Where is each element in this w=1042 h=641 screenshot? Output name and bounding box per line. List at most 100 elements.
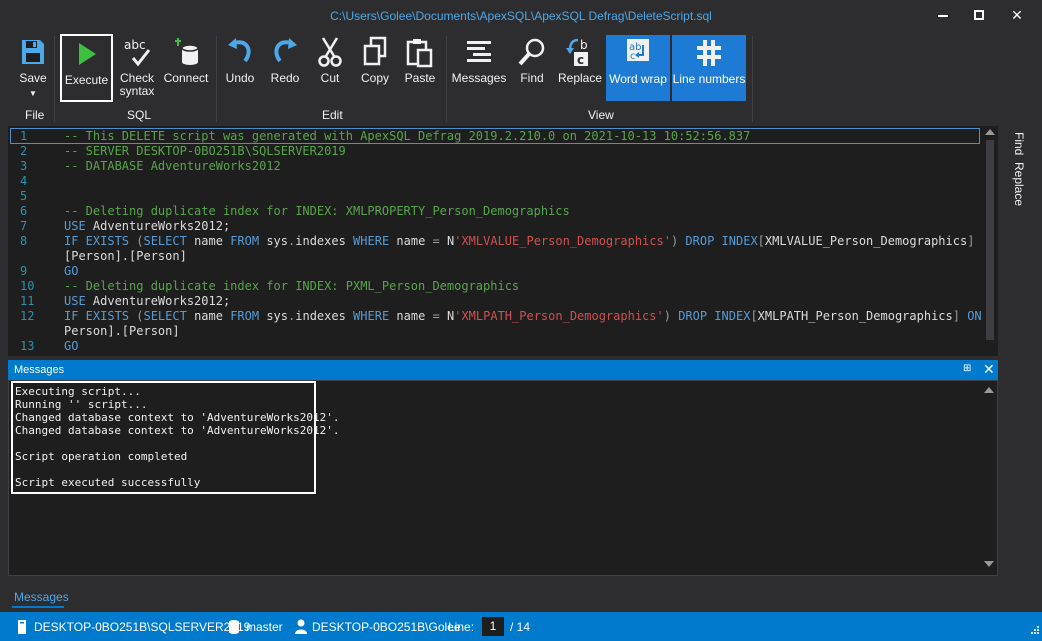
- word-wrap-icon: ab c: [621, 35, 655, 71]
- play-icon: [70, 36, 104, 72]
- side-panel: Find Replace: [1000, 124, 1042, 584]
- line-number: 5: [20, 189, 28, 203]
- scissors-icon: [313, 34, 347, 70]
- copy-icon: [358, 34, 392, 70]
- close-window-button[interactable]: ✕: [1002, 4, 1032, 26]
- group-separator: [446, 36, 447, 122]
- group-label-edit: Edit: [322, 108, 343, 122]
- line-number: 12: [20, 309, 35, 323]
- line-label: Line:: [448, 620, 475, 634]
- server-name: DESKTOP-0BO251B\SQLSERVER2019: [34, 620, 251, 634]
- code-line: -- This DELETE script was generated with…: [64, 129, 751, 143]
- message-line: Script executed successfully: [15, 476, 201, 489]
- code-line: -- DATABASE AdventureWorks2012: [64, 159, 281, 173]
- code-line: USE AdventureWorks2012;: [64, 219, 231, 233]
- group-label-file: File: [25, 108, 45, 122]
- window-title: C:\Users\Golee\Documents\ApexSQL\ApexSQL…: [330, 9, 712, 23]
- code-line: IF EXISTS (SELECT name FROM sys.indexes …: [64, 234, 996, 248]
- messages-panel-header: Messages ⊞ ✕: [8, 360, 998, 380]
- svg-text:c: c: [577, 53, 584, 67]
- user-icon: [294, 619, 308, 638]
- code-line: GO: [64, 264, 79, 278]
- tab-underline: [12, 606, 64, 608]
- message-line: Executing script...: [15, 385, 141, 398]
- minimize-icon: [938, 15, 948, 17]
- message-line: Changed database context to 'AdventureWo…: [15, 424, 340, 437]
- replace-button[interactable]: bc Replace: [558, 34, 602, 100]
- group-separator: [752, 36, 753, 122]
- code-line: GO: [64, 339, 79, 353]
- scroll-up-icon[interactable]: [985, 129, 995, 135]
- search-icon: [515, 34, 549, 70]
- replace-side-tab[interactable]: Replace: [1012, 162, 1026, 206]
- line-number: 13: [20, 339, 35, 353]
- line-numbers-toggle[interactable]: Line numbers: [672, 35, 746, 101]
- message-line: Script operation completed: [15, 450, 188, 463]
- undo-button[interactable]: Undo: [222, 34, 258, 100]
- user-name: DESKTOP-0BO251B\Golee: [312, 620, 461, 634]
- word-wrap-toggle[interactable]: ab c Word wrap: [606, 35, 670, 101]
- save-icon: [16, 34, 50, 70]
- scrollbar-thumb[interactable]: [986, 140, 994, 340]
- resize-grip-icon[interactable]: [1030, 624, 1040, 634]
- code-line: IF EXISTS (SELECT name FROM sys.indexes …: [64, 309, 989, 323]
- abc-check-icon: abc: [120, 34, 154, 70]
- svg-text:abc: abc: [124, 38, 146, 52]
- close-panel-icon[interactable]: ✕: [983, 361, 995, 378]
- line-total: / 14: [510, 620, 531, 634]
- code-line: Person].[Person]: [64, 324, 180, 338]
- group-separator: [216, 36, 217, 122]
- messages-bottom-tab[interactable]: Messages: [14, 590, 69, 604]
- messages-output[interactable]: Executing script... Running '' script...…: [8, 380, 998, 576]
- editor-scrollbar[interactable]: [982, 126, 998, 356]
- copy-button[interactable]: Copy: [357, 34, 393, 100]
- line-number: 9: [20, 264, 28, 278]
- status-bar: DESKTOP-0BO251B\SQLSERVER2019 master DES…: [0, 612, 1042, 641]
- redo-button[interactable]: Redo: [268, 34, 302, 100]
- close-icon: ✕: [1011, 6, 1023, 23]
- line-number: 8: [20, 234, 28, 248]
- scroll-down-icon[interactable]: [984, 561, 994, 567]
- messages-button[interactable]: Messages: [452, 34, 506, 100]
- paste-icon: [403, 34, 437, 70]
- line-number: 7: [20, 219, 28, 233]
- database-icon: [228, 619, 240, 638]
- messages-panel-title: Messages: [14, 364, 65, 376]
- execute-button[interactable]: Execute: [60, 34, 113, 102]
- message-line: Running '' script...: [15, 398, 148, 411]
- script-editor[interactable]: 1 2 3 4 5 6 7 8 9 10 11 12 13 -- This DE…: [8, 126, 998, 356]
- code-line: [Person].[Person]: [64, 249, 187, 263]
- code-line: -- SERVER DESKTOP-0BO251B\SQLSERVER2019: [64, 144, 346, 158]
- line-number: 1: [20, 129, 28, 143]
- maximize-button[interactable]: [964, 4, 994, 26]
- connect-button[interactable]: Connect: [163, 34, 209, 100]
- pin-icon[interactable]: ⊞: [963, 363, 971, 374]
- code-line: -- Deleting duplicate index for INDEX: X…: [64, 204, 570, 218]
- dropdown-arrow-icon: ▼: [29, 89, 37, 98]
- find-button[interactable]: Find: [515, 34, 549, 100]
- database-connect-icon: [169, 34, 203, 70]
- svg-text:b: b: [580, 38, 588, 52]
- find-side-tab[interactable]: Find: [1012, 132, 1026, 155]
- line-number: 2: [20, 144, 28, 158]
- messages-icon: [462, 34, 496, 70]
- messages-scrollbar[interactable]: [981, 381, 997, 575]
- line-number: 10: [20, 279, 35, 293]
- ribbon-toolbar: Save ▼ Execute abc Check syntax Connect …: [0, 32, 1042, 124]
- check-syntax-button[interactable]: abc Check syntax: [117, 34, 157, 100]
- undo-icon: [223, 34, 257, 70]
- maximize-icon: [974, 10, 984, 20]
- line-number-input[interactable]: 1: [482, 617, 504, 636]
- scroll-up-icon[interactable]: [984, 387, 994, 393]
- redo-icon: [268, 34, 302, 70]
- code-line: -- Deleting duplicate index for INDEX: P…: [64, 279, 520, 293]
- save-button[interactable]: Save ▼: [12, 34, 54, 100]
- paste-button[interactable]: Paste: [402, 34, 438, 100]
- cut-button[interactable]: Cut: [313, 34, 347, 100]
- minimize-button[interactable]: [928, 4, 958, 26]
- line-number: 3: [20, 159, 28, 173]
- database-name: master: [246, 620, 283, 634]
- line-number: 4: [20, 174, 28, 188]
- title-bar: C:\Users\Golee\Documents\ApexSQL\ApexSQL…: [0, 0, 1042, 32]
- group-label-view: View: [588, 108, 614, 122]
